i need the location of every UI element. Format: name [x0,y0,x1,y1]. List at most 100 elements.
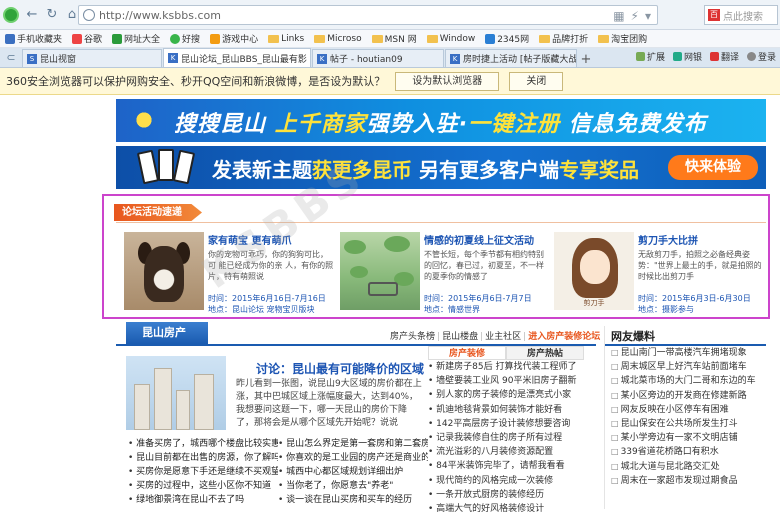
news-list: 准备买房了，城西哪个楼盘比较实惠昆山怎么界定是第一套房和第二套房 昆山目前都在出… [128,437,428,507]
search-engine-icon[interactable]: 百 [708,9,720,21]
bookmark-folder[interactable]: 淘宝团购 [593,32,652,45]
list-item[interactable]: 记录我装修自住的房子所有过程 [428,431,584,445]
news-summary: 昨儿看到一张图，说昆山9大区域的房价都在上涨，其中巴城区域上涨幅度最大，达到40… [236,379,422,428]
bookmark-folder[interactable]: MSN 网 [367,32,422,45]
activity-place[interactable]: 地点：昆山论坛 宠物宝贝版块 [208,304,334,315]
tab-kunshan-realestate[interactable]: 昆山房产 [126,322,208,344]
list-item[interactable]: 别人家的房子装修的是漂亮式小家 [428,388,584,402]
link-community[interactable]: 业主社区 [485,332,521,342]
login-button[interactable]: 登录 [746,50,776,63]
bookmark-folder[interactable]: Links [263,34,309,44]
bookmarks-bar: 手机收藏夹 谷歌 网址大全 好搜 游戏中心 Links Microso MSN … [0,30,780,48]
site-favicon-icon: S [27,53,37,64]
close-tab-icon[interactable]: × [310,53,311,63]
list-item[interactable]: 新建房子85后 打算找代装工程师了 [428,360,584,374]
address-toolbar: ← ↻ ⌂ http://www.ksbbs.com ▦ ⚡ ▾ 百 点此搜索 [0,0,780,30]
list-item[interactable]: 城北大道与昆北路交汇处 [611,460,766,474]
phone-icon [5,33,15,44]
bookmark-folder[interactable]: Window [422,34,481,44]
bookmark-item[interactable]: 网址大全 [107,32,165,45]
activity-heading[interactable]: 家有萌宝 更有萌爪 [208,232,334,247]
browser-logo-icon[interactable] [3,6,19,23]
url-text[interactable]: http://www.ksbbs.com [99,9,221,22]
list-item[interactable]: 昆山南门一带高楼汽车拥堵现象 [611,346,766,360]
list-item[interactable]: 周末城区早上好汽车站前面堵车 [611,360,766,374]
tab-kunshan-window[interactable]: S 昆山视窗 [22,49,162,67]
refresh-icon[interactable]: ↻ [43,6,61,24]
close-notify-button[interactable]: 关闭 [509,71,564,91]
site-icon [112,33,123,44]
set-default-button[interactable]: 设为默认浏览器 [395,71,500,91]
activity-place[interactable]: 地点：摄影参与 [638,304,764,315]
buildings-photo[interactable] [126,356,226,430]
bookmark-item[interactable]: 谷歌 [67,32,107,45]
list-item[interactable]: 84平米装饰完毕了，请帮我看看 [428,459,584,473]
link-headline[interactable]: 房产头条榜 [390,332,435,342]
list-item[interactable]: 网友反映在小区停车有困难 [611,403,766,417]
activity-desc: 你的宠物可乖巧，你的狗狗可比，可 能已经成为你的亲 人，有你的照片，特有萌照说 [208,250,334,281]
list-item[interactable]: 昆山保安在公共场所发生打斗 [611,417,766,431]
qr-icon[interactable]: ▦ [613,9,624,23]
list-item[interactable]: 某小区旁边的开发商在修建新路 [611,389,766,403]
folder-icon [268,34,280,43]
activity-desc: 不管长短，每个季节都有相约特别的回忆，春已过，初夏至，不一样的夏季你的情感了 [424,250,544,281]
bookmark-item[interactable]: 好搜 [165,32,205,45]
activity-heading[interactable]: 情感的初夏线上征文活动 [424,232,550,247]
bookmark-folder[interactable]: 品牌打折 [534,32,593,45]
extensions-button[interactable]: 扩展 [635,50,665,63]
tab-hot-posts[interactable]: 房产热帖 [506,346,584,359]
list-item[interactable]: 339省道花桥路口有积水 [611,445,766,459]
list-item[interactable]: 周末在一家超市发现过期食品 [611,474,766,488]
bookmark-item[interactable]: 2345网 [480,32,534,45]
cartoon-girl-image[interactable]: 剪刀手 [554,232,634,310]
bank-icon [672,52,682,61]
banner-post-reward[interactable]: 发表新主题获更多昆币 另有更多客户端专享奖品 快来体验 [116,146,766,189]
try-now-button[interactable]: 快来体验 [668,155,758,180]
tab-menu-icon[interactable]: ⊂ [2,48,20,66]
activity-place[interactable]: 地点：情感世界 [424,304,550,315]
tab-activity[interactable]: K 房时捷上活动 [帖子版藏大战] [445,49,577,67]
link-buildings[interactable]: 昆山楼盘 [442,332,478,342]
tab-post[interactable]: K 帖子 - houtian09 [312,49,444,67]
search-input[interactable]: 百 点此搜索 [704,5,778,25]
activity-item[interactable]: 剪刀手 剪刀手大比拼 无敌剪刀手，拍照之必备经典姿势："世界上最土的手，就是拍照… [554,232,764,315]
folder-icon [371,34,383,43]
extensions-icon [635,52,645,61]
bookmark-folder[interactable]: Microso [309,34,366,44]
new-tab-icon[interactable]: + [578,52,594,67]
divider [116,222,766,223]
link-decoration-forum[interactable]: 进入房产装修论坛 [528,332,600,342]
dropdown-icon[interactable]: ▾ [645,9,651,23]
bank-button[interactable]: 网银 [672,50,702,63]
haosou-icon [170,33,181,44]
tab-decoration[interactable]: 房产装修 [428,346,506,359]
page-info-icon[interactable] [83,9,95,21]
list-item[interactable]: 一条开放式厨房的装修经历 [428,488,584,502]
activity-heading[interactable]: 剪刀手大比拼 [638,232,764,247]
url-input[interactable]: http://www.ksbbs.com ▦ ⚡ ▾ [78,5,658,25]
activity-item[interactable]: 情感的初夏线上征文活动 不管长短，每个季节都有相约特别的回忆，春已过，初夏至，不… [340,232,550,315]
list-item[interactable]: 142平高层房子设计装修想要咨询 [428,417,584,431]
activity-panel: 论坛活动速递 家有萌宝 更有萌爪 你的宠物可乖巧，你的狗狗可比，可 能已经成为你… [102,194,770,319]
activity-item[interactable]: 家有萌宝 更有萌爪 你的宠物可乖巧，你的狗狗可比，可 能已经成为你的亲 人，有你… [124,232,334,315]
speed-icon[interactable]: ⚡ [631,9,639,23]
bookmark-item[interactable]: 游戏中心 [205,32,263,45]
list-item[interactable]: 现代简约的风格完成一次装修 [428,474,584,488]
tab-ksbbs[interactable]: K 昆山论坛_昆山BBS_昆山最有影 × [163,48,311,67]
tab-bar: ⊂ S 昆山视窗 K 昆山论坛_昆山BBS_昆山最有影 × K 帖子 - hou… [0,48,780,68]
list-item[interactable]: 流光溢彩的八月装修资源配置 [428,445,584,459]
back-icon[interactable]: ← [23,6,41,24]
dog-photo[interactable] [124,232,204,310]
pond-photo[interactable] [340,232,420,310]
list-item[interactable]: 墙壁要装工业风 90平米旧房子翻新 [428,374,584,388]
translate-button[interactable]: 翻译 [709,50,739,63]
bookmark-item[interactable]: 手机收藏夹 [0,32,67,45]
list-item[interactable]: 城北菜市场的大门二哥和东边的车 [611,374,766,388]
banner-register[interactable]: 搜搜昆山 上千商家强势入驻·一键注册 信息免费发布 [116,99,766,142]
news-headline[interactable]: 讨论：昆山最有可能降价的区域 [256,360,424,377]
list-item[interactable]: 某小学旁边有一家不文明店铺 [611,431,766,445]
list-item[interactable]: 凯迪地毯背景如何装饰才能好看 [428,403,584,417]
user-icon [746,52,756,61]
list-item[interactable]: 高端大气的好风格装修设计 [428,502,584,516]
search-placeholder[interactable]: 点此搜索 [723,8,763,23]
